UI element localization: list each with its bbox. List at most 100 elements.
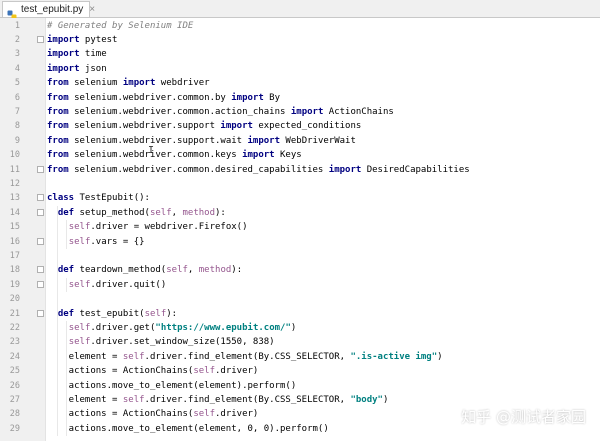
line-number: 18 (9, 265, 20, 276)
code-line: 6 from selenium.webdriver.common.by impor… (0, 91, 600, 105)
code-line: 4 import json (0, 62, 600, 76)
line-number: 25 (9, 366, 20, 377)
text-cursor-icon: I (148, 145, 155, 156)
code-line: 20 (0, 292, 600, 306)
line-number: 1 (14, 20, 20, 31)
code-line: 16 self.vars = {} (0, 235, 600, 249)
code-line: 26 actions.move_to_element(element).perf… (0, 379, 600, 393)
code-line: 2 import pytest (0, 33, 600, 47)
code-text: # Generated by Selenium IDE (47, 20, 194, 31)
fold-marker-icon[interactable] (37, 194, 44, 202)
code-line: 3 import time (0, 47, 600, 61)
indent-guide (66, 320, 67, 437)
code-text: import pytest (47, 34, 118, 45)
line-number: 22 (9, 322, 20, 333)
code-text: from selenium.webdriver.common.keys impo… (47, 150, 302, 161)
code-text: actions = ActionChains(self.driver) (47, 366, 259, 377)
line-number: 19 (9, 279, 20, 290)
code-line: 9 from selenium.webdriver.support.wait im… (0, 134, 600, 148)
code-line: 11 from selenium.webdriver.common.desired… (0, 163, 600, 177)
code-line: 8 from selenium.webdriver.support import … (0, 119, 600, 133)
code-text: from selenium.webdriver.common.desired_c… (47, 164, 470, 175)
line-number: 11 (9, 164, 20, 175)
code-text: self.driver = webdriver.Firefox() (68, 222, 248, 233)
code-line: 21 def test_epubit(self): (0, 307, 600, 321)
code-line: 7 from selenium.webdriver.common.action_c… (0, 105, 600, 119)
tab-title: test_epubit.py (21, 4, 84, 15)
code-line: 17 (0, 249, 600, 263)
line-number: 29 (9, 423, 20, 434)
code-line: 22 self.driver.get("https://www.epubit.c… (0, 321, 600, 335)
fold-marker-icon[interactable] (37, 208, 44, 216)
watermark: 知乎 @测试者家园 (461, 408, 586, 426)
code-text: import time (47, 49, 107, 60)
line-number: 12 (9, 178, 20, 189)
fold-marker-icon[interactable] (37, 309, 44, 317)
line-number: 3 (14, 49, 20, 60)
code-line: 18 def teardown_method(self, method): (0, 263, 600, 277)
line-number: 28 (9, 409, 20, 420)
code-text: import json (47, 63, 107, 74)
fold-marker-icon[interactable] (37, 266, 44, 274)
line-number: 17 (9, 250, 20, 261)
code-line: 23 self.driver.set_window_size(1550, 838… (0, 335, 600, 349)
line-number: 10 (9, 150, 20, 161)
code-text: element = self.driver.find_element(By.CS… (47, 351, 443, 362)
line-number: 4 (14, 63, 20, 74)
line-number: 6 (14, 92, 20, 103)
code-text: actions = ActionChains(self.driver) (47, 409, 259, 420)
code-text: def setup_method(self, method): (57, 207, 226, 218)
line-number: 2 (14, 34, 20, 45)
code-line: 15 self.driver = webdriver.Firefox() (0, 220, 600, 234)
code-line: 5 from selenium import webdriver (0, 76, 600, 90)
code-line: 1 # Generated by Selenium IDE (0, 19, 600, 33)
code-line: 10 from selenium.webdriver.common.keys im… (0, 148, 600, 162)
code-line: 14 def setup_method(self, method): (0, 206, 600, 220)
line-number: 13 (9, 193, 20, 204)
code-text: self.vars = {} (68, 236, 145, 247)
code-text: from selenium import webdriver (47, 78, 210, 89)
code-text: class TestEpubit(): (47, 193, 150, 204)
line-number: 27 (9, 394, 20, 405)
line-number: 16 (9, 236, 20, 247)
line-number: 15 (9, 222, 20, 233)
line-number: 9 (14, 135, 20, 146)
code-text: from selenium.webdriver.support.wait imp… (47, 135, 356, 146)
code-line: 19 self.driver.quit() (0, 278, 600, 292)
code-text: from selenium.webdriver.common.action_ch… (47, 106, 394, 117)
line-number: 26 (9, 380, 20, 391)
line-number: 5 (14, 78, 20, 89)
code-line: 12 (0, 177, 600, 191)
line-number: 23 (9, 337, 20, 348)
fold-marker-icon[interactable] (37, 35, 44, 43)
code-text: self.driver.get("https://www.epubit.com/… (68, 322, 297, 333)
indent-guide (66, 277, 67, 293)
code-text: def teardown_method(self, method): (57, 265, 243, 276)
line-number: 14 (9, 207, 20, 218)
code-text: from selenium.webdriver.common.by import… (47, 92, 281, 103)
fold-marker-icon[interactable] (37, 237, 44, 245)
code-text: def test_epubit(self): (57, 308, 178, 319)
line-number: 8 (14, 121, 20, 132)
code-text: actions.move_to_element(element).perform… (47, 380, 297, 391)
line-number: 7 (14, 106, 20, 117)
indent-guide (66, 220, 67, 249)
editor-tab-bar: test_epubit.py × (0, 0, 600, 19)
code-text: self.driver.set_window_size(1550, 838) (68, 337, 275, 348)
python-file-icon (7, 5, 17, 19)
code-text: actions.move_to_element(element, 0, 0).p… (47, 423, 329, 434)
code-line: 25 actions = ActionChains(self.driver) (0, 364, 600, 378)
code-text: self.driver.quit() (68, 279, 167, 290)
code-line: 24 element = self.driver.find_element(By… (0, 350, 600, 364)
line-number: 21 (9, 308, 20, 319)
fold-marker-icon[interactable] (37, 165, 44, 173)
code-text: element = self.driver.find_element(By.CS… (47, 394, 389, 405)
indent-guide (57, 205, 58, 437)
line-number: 20 (9, 294, 20, 305)
close-tab-icon[interactable]: × (89, 4, 95, 15)
fold-marker-icon[interactable] (37, 280, 44, 288)
line-number: 24 (9, 351, 20, 362)
code-line: 13 class TestEpubit(): (0, 191, 600, 205)
code-text: from selenium.webdriver.support import e… (47, 121, 362, 132)
tab-test-epubit[interactable]: test_epubit.py × (2, 1, 95, 19)
